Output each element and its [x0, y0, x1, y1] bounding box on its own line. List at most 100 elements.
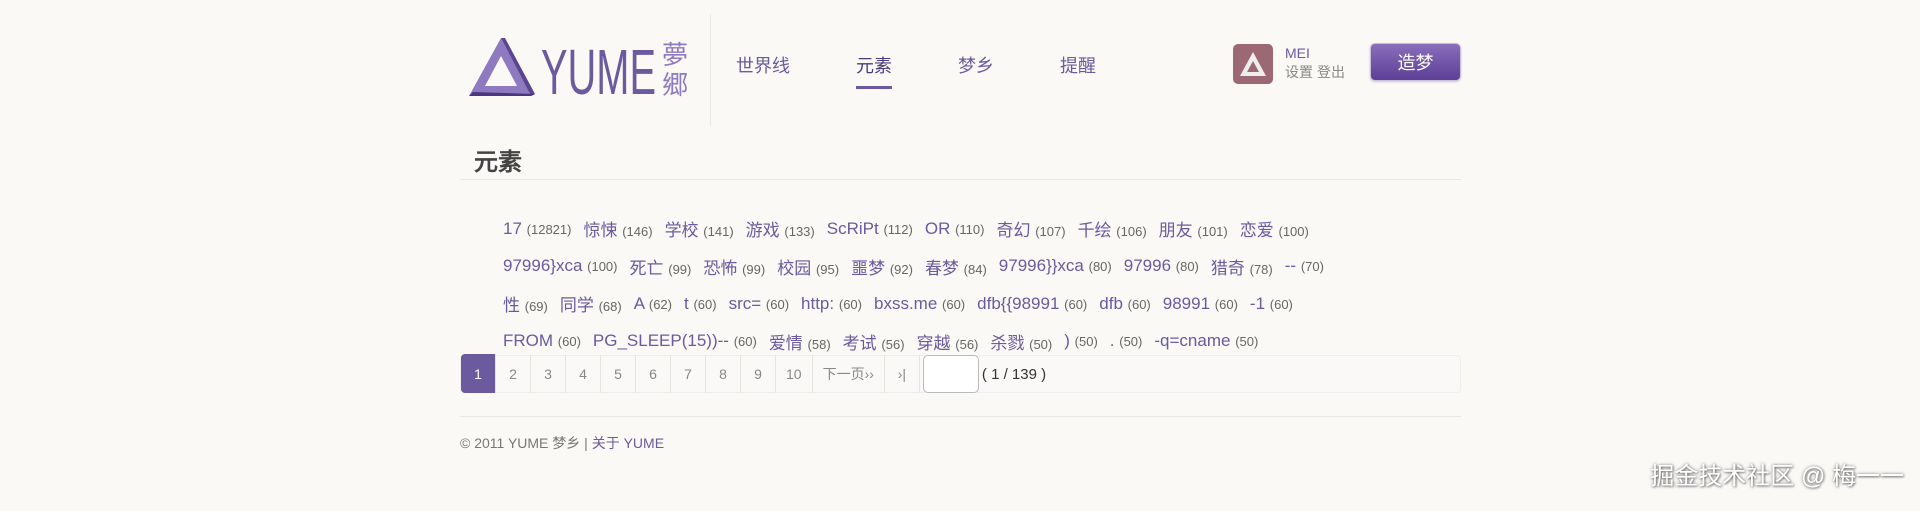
tag-link[interactable]: A (62): [634, 294, 672, 314]
create-dream-button[interactable]: 造梦: [1370, 43, 1461, 81]
tag-name: FROM: [503, 331, 554, 351]
tag-row: 性 (69) 同学 (68) A (62) t (60) src= (60) http: …: [503, 285, 1453, 323]
tag-count: (80): [1175, 259, 1199, 275]
tag-name: dfb: [1099, 293, 1123, 313]
avatar[interactable]: [1233, 44, 1273, 84]
tag-name: --: [1284, 256, 1297, 276]
tag-link[interactable]: 同学 (68): [560, 291, 622, 316]
tag-name: ): [1064, 331, 1070, 351]
page-4[interactable]: 4: [566, 355, 601, 393]
nav-elements[interactable]: 元素: [856, 52, 892, 89]
page-7[interactable]: 7: [671, 355, 706, 393]
nav-worldline[interactable]: 世界线: [736, 52, 790, 89]
logo[interactable]: YUME 夢 郷: [469, 36, 699, 108]
tag-link[interactable]: dfb{{98991 (60): [977, 294, 1087, 314]
tag-count: (58): [807, 336, 831, 352]
about-link[interactable]: 关于 YUME: [592, 435, 664, 451]
tag-row: 97996}xca (100) 死亡 (99) 恐怖 (99) 校园 (95) 噩梦 (…: [503, 248, 1453, 286]
tag-link[interactable]: 17 (12821): [503, 219, 571, 239]
tag-link[interactable]: 杀戮 (50): [990, 329, 1052, 354]
tag-name: 学校: [664, 221, 699, 241]
page-3[interactable]: 3: [531, 355, 566, 393]
tag-count: (99): [742, 261, 766, 277]
tag-link[interactable]: dfb (60): [1099, 294, 1151, 314]
tag-link[interactable]: -1 (60): [1250, 294, 1293, 314]
tag-link[interactable]: FROM (60): [503, 331, 581, 351]
tag-link[interactable]: PG_SLEEP(15))-- (60): [593, 331, 757, 351]
page-8[interactable]: 8: [706, 355, 741, 393]
settings-link[interactable]: 设置: [1285, 64, 1313, 80]
tag-row: 17 (12821) 惊悚 (146) 学校 (141) 游戏 (133) ScRiPt…: [503, 210, 1453, 248]
page-jump-input[interactable]: [922, 355, 979, 393]
tag-link[interactable]: 97996 (80): [1124, 256, 1199, 276]
page-2[interactable]: 2: [496, 355, 531, 393]
tag-link[interactable]: 爱情 (58): [769, 329, 831, 354]
tag-count: (56): [881, 336, 905, 352]
tag-link[interactable]: 噩梦 (92): [851, 254, 913, 279]
tag-link[interactable]: ) (50): [1064, 331, 1098, 351]
nav-reminders[interactable]: 提醒: [1060, 52, 1096, 89]
tag-count: (110): [955, 221, 985, 237]
tag-name: 杀戮: [990, 333, 1025, 353]
tag-count: (50): [1074, 334, 1098, 350]
watermark: 掘金技术社区 @ 梅一一: [1650, 463, 1904, 490]
tag-name: 噩梦: [851, 258, 886, 278]
svg-text:YUME: YUME: [541, 36, 656, 98]
tag-link[interactable]: 千绘 (106): [1078, 216, 1147, 241]
tag-link[interactable]: 朋友 (101): [1159, 216, 1228, 241]
page-9[interactable]: 9: [741, 355, 776, 393]
tag-link[interactable]: 死亡 (99): [630, 254, 692, 279]
tag-count: (60): [557, 334, 581, 350]
page-title: 元素: [474, 149, 522, 176]
page-1[interactable]: 1: [461, 354, 496, 393]
tag-count: (101): [1197, 224, 1228, 240]
tag-link[interactable]: 97996}xca (100): [503, 256, 618, 276]
tag-link[interactable]: 考试 (56): [843, 329, 905, 354]
tag-count: (70): [1300, 259, 1324, 275]
tag-link[interactable]: 游戏 (133): [746, 216, 815, 241]
tag-link[interactable]: 97996}}xca (80): [999, 256, 1112, 276]
tag-name: 恋爱: [1239, 221, 1274, 241]
next-page-button[interactable]: 下一页››: [813, 355, 885, 393]
tag-link[interactable]: 穿越 (56): [917, 329, 979, 354]
tag-link[interactable]: http: (60): [801, 294, 862, 314]
tag-count: (107): [1035, 224, 1066, 240]
tag-count: (60): [1127, 296, 1151, 312]
tag-link[interactable]: 恋爱 (100): [1240, 216, 1309, 241]
tag-link[interactable]: -q=cname (50): [1154, 331, 1258, 351]
tag-count: (80): [1088, 259, 1112, 275]
tag-link[interactable]: 猎奇 (78): [1211, 254, 1273, 279]
tag-link[interactable]: 校园 (95): [777, 254, 839, 279]
tag-link[interactable]: 98991 (60): [1163, 294, 1238, 314]
tag-name: 朋友: [1158, 221, 1193, 241]
tag-link[interactable]: OR (110): [925, 219, 985, 239]
triangle-avatar-icon: [1240, 52, 1266, 76]
header-divider: [710, 14, 711, 126]
page-total: ( 1 / 139 ): [981, 365, 1047, 383]
username[interactable]: MEI: [1285, 44, 1349, 63]
tag-link[interactable]: ScRiPt (112): [827, 219, 913, 239]
tag-link[interactable]: 惊悚 (146): [583, 216, 652, 241]
tag-link[interactable]: 春梦 (84): [925, 254, 987, 279]
tag-count: (60): [1064, 296, 1088, 312]
tag-link[interactable]: t (60): [684, 294, 717, 314]
tag-link[interactable]: 学校 (141): [665, 216, 734, 241]
last-page-button[interactable]: ›|: [885, 355, 920, 393]
tag-link[interactable]: bxss.me (60): [874, 294, 965, 314]
nav-dreamland[interactable]: 梦乡: [958, 52, 994, 89]
tag-link[interactable]: -- (70): [1285, 256, 1324, 276]
page-6[interactable]: 6: [636, 355, 671, 393]
logout-link[interactable]: 登出: [1317, 64, 1345, 80]
tag-name: A: [633, 293, 645, 313]
tag-link[interactable]: 恐怖 (99): [703, 254, 765, 279]
tag-link[interactable]: src= (60): [729, 294, 789, 314]
tag-count: (60): [1214, 296, 1238, 312]
page-10[interactable]: 10: [776, 355, 813, 393]
tag-count: (60): [1269, 296, 1293, 312]
tag-count: (60): [693, 296, 717, 312]
tag-link[interactable]: 性 (69): [503, 291, 548, 316]
tag-link[interactable]: . (50): [1110, 331, 1143, 351]
page-5[interactable]: 5: [601, 355, 636, 393]
tag-link[interactable]: 奇幻 (107): [996, 216, 1065, 241]
divider: [460, 416, 1461, 417]
